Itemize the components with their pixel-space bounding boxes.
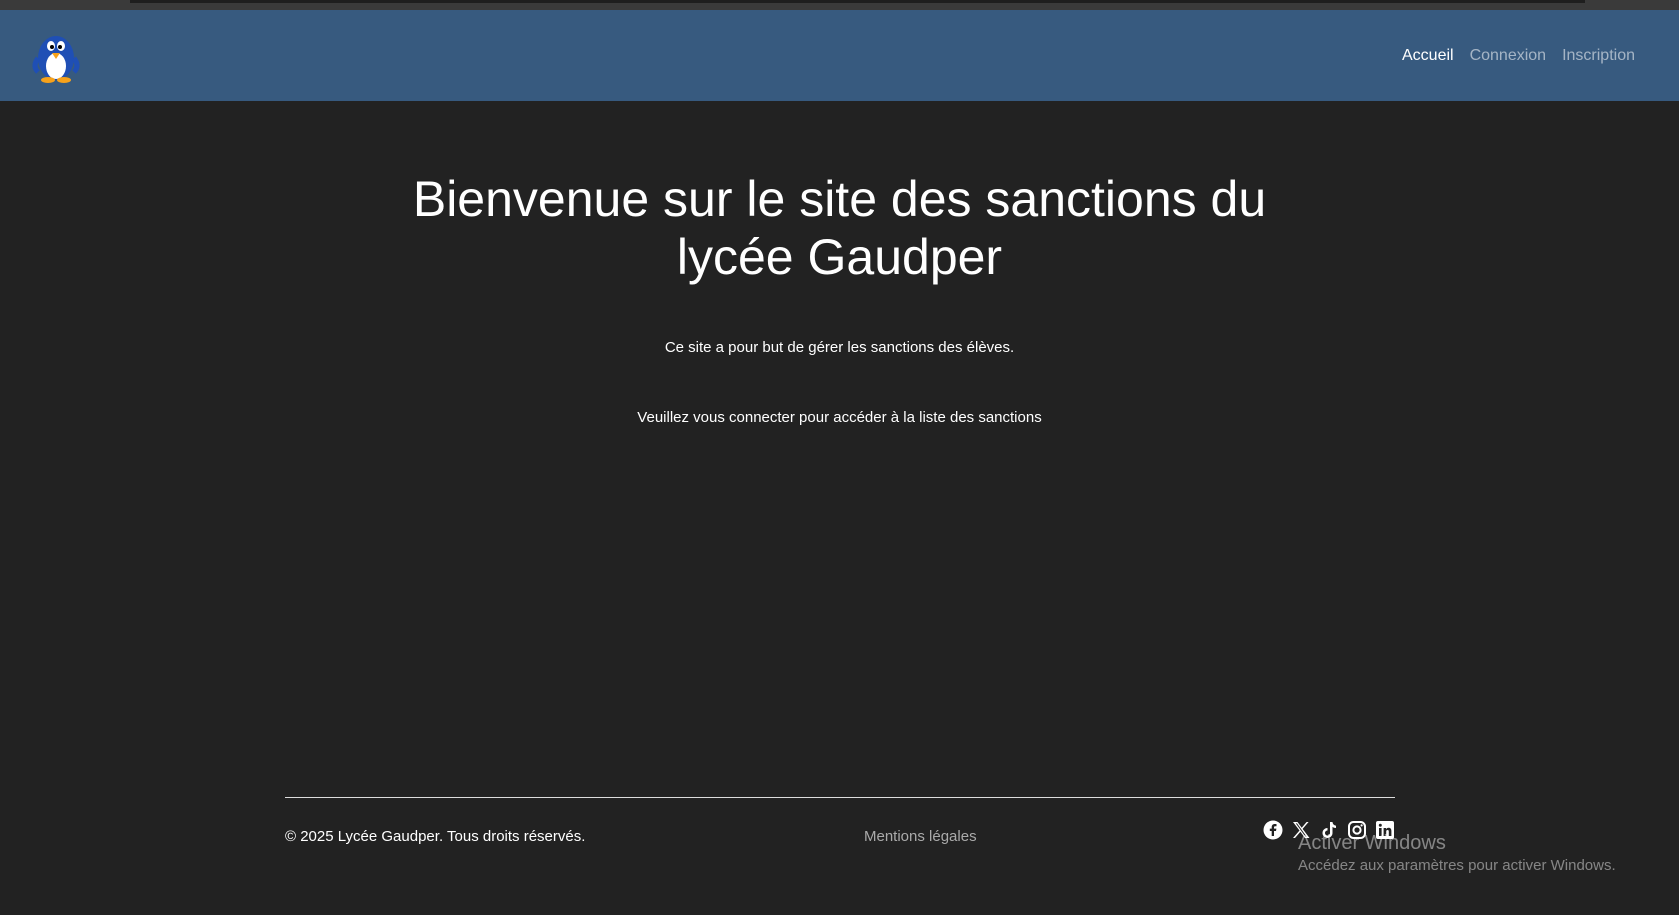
legal-link[interactable]: Mentions légales	[864, 828, 977, 845]
page-title: Bienvenue sur le site des sanctions du l…	[412, 171, 1267, 285]
nav-inscription[interactable]: Inscription	[1554, 47, 1643, 65]
intro-text: Ce site a pour but de gérer les sanction…	[664, 339, 1015, 356]
nav-accueil[interactable]: Accueil	[1394, 47, 1462, 65]
facebook-icon[interactable]	[1262, 819, 1284, 841]
penguin-logo[interactable]	[28, 28, 84, 84]
nav-links: Accueil Connexion Inscription	[1394, 10, 1643, 101]
navbar: Accueil Connexion Inscription	[0, 10, 1679, 101]
hero: Bienvenue sur le site des sanctions du l…	[0, 170, 1679, 286]
login-prompt: Veuillez vous connecter pour accéder à l…	[637, 409, 1042, 426]
activation-title: Activer Windows	[1298, 832, 1446, 854]
browser-top-strip	[0, 0, 1679, 10]
footer-divider	[285, 797, 1395, 798]
windows-activation-watermark: Activer Windows Accédez aux paramètres p…	[1298, 832, 1616, 874]
activation-subtitle: Accédez aux paramètres pour activer Wind…	[1298, 857, 1616, 874]
copyright: © 2025 Lycée Gaudper. Tous droits réserv…	[285, 828, 586, 845]
browser-tab-bar	[130, 0, 1585, 3]
nav-connexion[interactable]: Connexion	[1462, 47, 1555, 65]
